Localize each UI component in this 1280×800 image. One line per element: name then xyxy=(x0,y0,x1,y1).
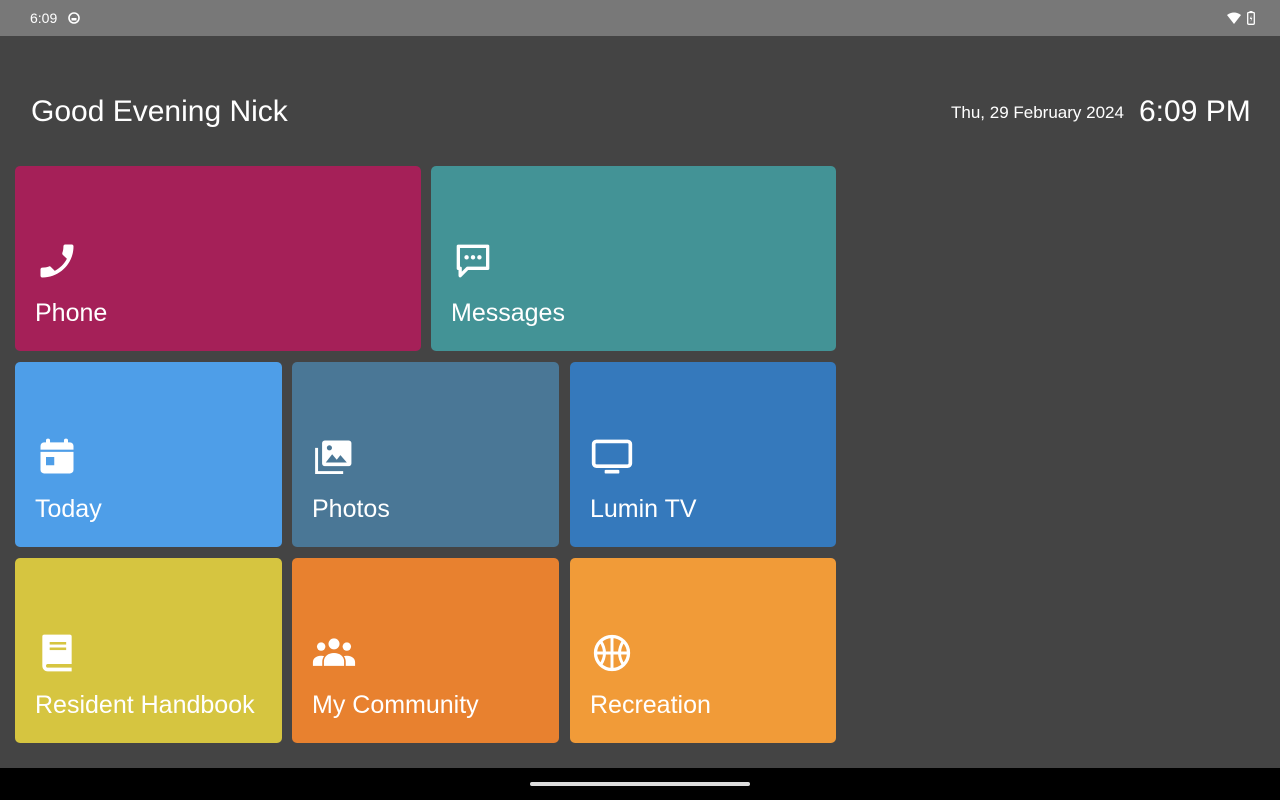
tv-icon xyxy=(591,439,633,474)
tile-lumin-tv[interactable]: Lumin TV xyxy=(570,362,836,547)
tile-label: Today xyxy=(35,495,102,523)
battery-icon xyxy=(1247,11,1255,25)
photo-library-icon xyxy=(315,440,352,475)
tile-label: Phone xyxy=(35,299,108,327)
tile-phone[interactable]: Phone xyxy=(15,166,421,351)
navigation-bar xyxy=(0,768,1280,800)
tile-messages[interactable]: Messages xyxy=(431,166,836,351)
tile-label: My Community xyxy=(312,691,479,719)
tile-label: Messages xyxy=(451,299,565,327)
tile-label: Lumin TV xyxy=(590,495,697,523)
group-icon xyxy=(312,638,356,666)
chat-bubble-icon xyxy=(456,244,490,278)
tile-today[interactable]: Today xyxy=(15,362,282,547)
tile-label: Photos xyxy=(312,495,390,523)
current-date: Thu, 29 February 2024 xyxy=(951,103,1124,122)
greeting-title: Good Evening Nick xyxy=(31,95,288,128)
tile-photos[interactable]: Photos xyxy=(292,362,559,547)
current-time: 6:09 PM xyxy=(1139,95,1251,128)
basketball-icon xyxy=(593,634,631,672)
calendar-icon xyxy=(40,438,74,474)
tile-resident-handbook[interactable]: Resident Handbook xyxy=(15,558,282,743)
status-bar: 6:09 xyxy=(0,0,1280,36)
wifi-icon xyxy=(1227,12,1241,24)
tile-label: Resident Handbook xyxy=(35,691,255,719)
app-notification-icon xyxy=(68,12,80,24)
tile-label: Recreation xyxy=(590,691,711,719)
tile-my-community[interactable]: My Community xyxy=(292,558,559,743)
home-gesture-handle[interactable] xyxy=(530,782,750,786)
tile-recreation[interactable]: Recreation xyxy=(570,558,836,743)
status-time: 6:09 xyxy=(30,10,58,26)
book-icon xyxy=(42,634,72,672)
phone-icon xyxy=(40,244,74,278)
